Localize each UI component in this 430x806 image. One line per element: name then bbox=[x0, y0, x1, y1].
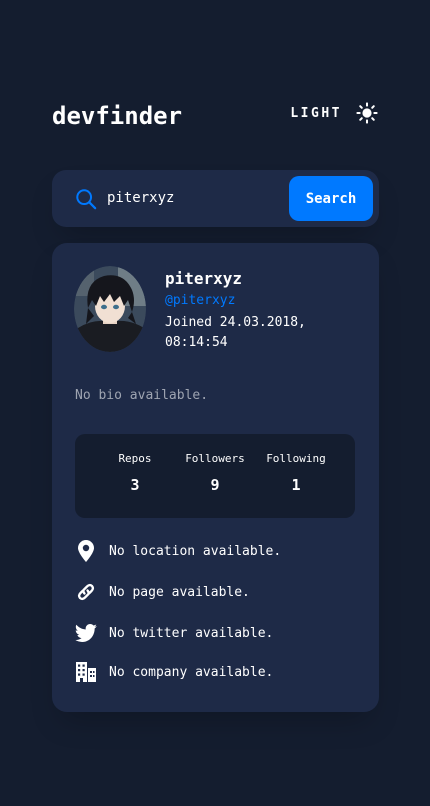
profile-name: piterxyz bbox=[165, 269, 243, 288]
page-text: No page available. bbox=[109, 584, 250, 600]
stat-following-value: 1 bbox=[291, 476, 301, 494]
company-row: No company available. bbox=[75, 661, 273, 683]
profile-bio: No bio available. bbox=[75, 388, 209, 403]
search-button[interactable]: Search bbox=[289, 176, 373, 221]
search-bar: Search bbox=[52, 170, 379, 227]
stat-repos-label: Repos bbox=[118, 452, 152, 465]
twitter-icon bbox=[75, 624, 97, 642]
sun-icon[interactable] bbox=[356, 102, 378, 124]
location-pin-icon bbox=[78, 540, 94, 562]
stat-followers-value: 9 bbox=[210, 476, 220, 494]
company-text: No company available. bbox=[109, 664, 274, 680]
app: devfinder LIGHT piterxyz Search piterxyz… bbox=[0, 0, 430, 806]
theme-label[interactable]: LIGHT bbox=[290, 106, 342, 121]
link-icon bbox=[77, 583, 95, 601]
stat-following: Following 1 bbox=[256, 452, 336, 494]
search-input[interactable] bbox=[107, 184, 277, 212]
stat-repos: Repos 3 bbox=[95, 452, 175, 494]
stat-followers-label: Followers bbox=[185, 452, 245, 465]
location-row: No location available. bbox=[75, 540, 281, 562]
search-icon bbox=[76, 189, 97, 210]
logo: devfinder bbox=[52, 102, 183, 130]
stat-following-label: Following bbox=[266, 452, 326, 465]
stat-followers: Followers 9 bbox=[175, 452, 255, 494]
avatar bbox=[74, 266, 146, 352]
twitter-text: No twitter available. bbox=[109, 625, 274, 641]
header: devfinder LIGHT bbox=[52, 100, 378, 134]
profile-joined-date: Joined 24.03.2018, 08:14:54 bbox=[165, 315, 306, 350]
profile-card: piterxyz @piterxyz Joined 24.03.2018, 08… bbox=[52, 243, 379, 712]
location-text: No location available. bbox=[109, 543, 282, 559]
twitter-row: No twitter available. bbox=[75, 622, 273, 644]
stat-repos-value: 3 bbox=[130, 476, 140, 494]
theme-toggle[interactable]: LIGHT bbox=[290, 102, 378, 124]
profile-login-link[interactable]: @piterxyz bbox=[165, 293, 235, 308]
page-row: No page available. bbox=[75, 581, 250, 603]
building-icon bbox=[76, 662, 96, 682]
stats-panel: Repos 3 Followers 9 Following 1 bbox=[75, 434, 355, 518]
